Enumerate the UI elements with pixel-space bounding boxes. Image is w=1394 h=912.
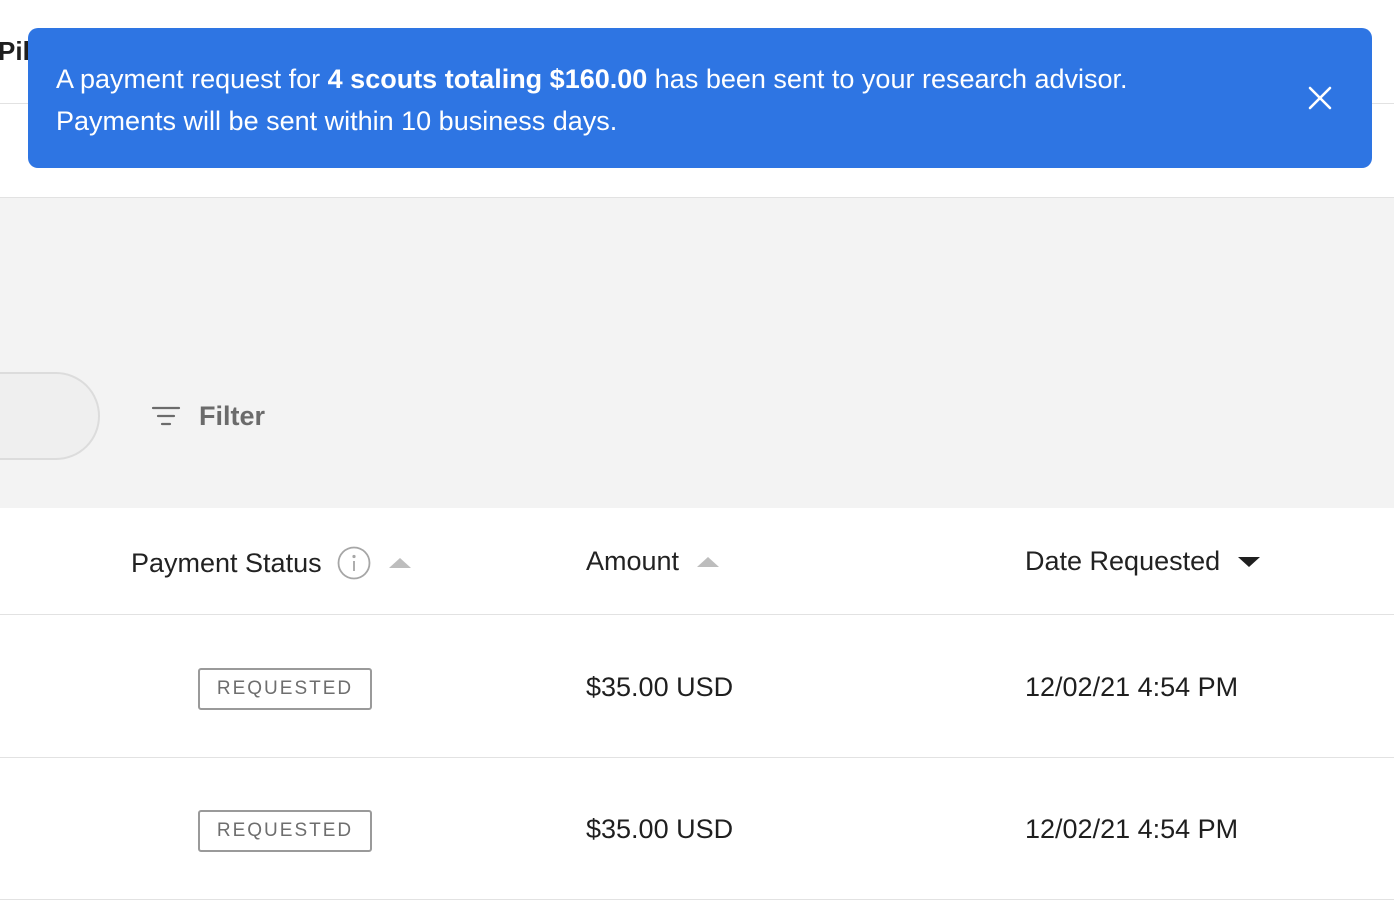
banner-text-bold: 4 scouts totaling $160.00	[327, 64, 648, 94]
status-badge: REQUESTED	[198, 810, 372, 852]
sort-up-icon[interactable]	[697, 556, 720, 568]
banner-text-prefix: A payment request for	[56, 64, 328, 94]
info-icon[interactable]	[337, 546, 371, 580]
table-header: Payment Status Amount Date Requested	[0, 508, 1394, 615]
filter-button[interactable]: Filter	[150, 394, 265, 438]
date-cell: 12/02/21 4:54 PM	[1025, 814, 1239, 844]
table-row[interactable]: REQUESTED $35.00 USD 12/02/21 4:54 PM	[0, 616, 1394, 758]
table-toolbar: Filter	[0, 198, 1394, 508]
filter-label: Filter	[199, 400, 266, 431]
amount-cell: $35.00 USD	[586, 814, 734, 844]
column-label: Payment Status	[131, 547, 322, 578]
payments-page: Pill A payment request for 4 scouts tota…	[0, 0, 1394, 912]
column-label: Amount	[586, 546, 680, 576]
search-input[interactable]	[0, 372, 100, 460]
close-icon	[1308, 86, 1332, 110]
sort-up-icon[interactable]	[388, 557, 411, 569]
amount-cell: $35.00 USD	[586, 672, 734, 702]
column-date-requested[interactable]: Date Requested	[1025, 546, 1261, 577]
banner-message: A payment request for 4 scouts totaling …	[56, 58, 1256, 142]
column-payment-status[interactable]: Payment Status	[131, 546, 411, 580]
filter-icon	[151, 406, 181, 426]
payment-request-banner: A payment request for 4 scouts totaling …	[28, 28, 1372, 168]
table-row[interactable]: REQUESTED $35.00 USD 12/02/21 4:54 PM	[0, 758, 1394, 900]
sort-down-icon[interactable]	[1238, 556, 1261, 568]
column-label: Date Requested	[1025, 546, 1221, 576]
date-cell: 12/02/21 4:54 PM	[1025, 672, 1239, 702]
banner-text-suffix: has been sent to your research advisor.	[647, 64, 1128, 94]
column-amount[interactable]: Amount	[586, 546, 720, 577]
banner-close-button[interactable]	[1306, 84, 1334, 112]
status-badge: REQUESTED	[198, 668, 372, 710]
banner-text-line2: Payments will be sent within 10 business…	[56, 106, 618, 136]
